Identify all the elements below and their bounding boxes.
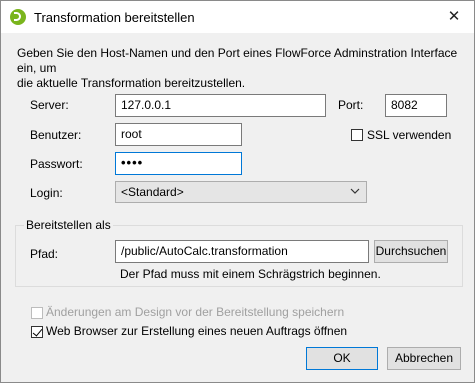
deploy-dialog: Transformation bereitstellen ✕ Geben Sie…: [0, 0, 475, 383]
path-input[interactable]: /public/AutoCalc.transformation: [115, 240, 369, 263]
chevron-down-icon: [350, 188, 360, 194]
title-bar: Transformation bereitstellen ✕: [1, 1, 474, 33]
intro-line-1: Geben Sie den Host-Namen und den Port ei…: [17, 46, 458, 75]
open-browser-label[interactable]: Web Browser zur Erstellung eines neuen A…: [46, 324, 347, 338]
user-label: Benutzer:: [30, 128, 82, 142]
intro-line-2: die aktuelle Transformation bereitzustel…: [17, 76, 246, 90]
port-label: Port:: [338, 98, 364, 112]
password-label: Passwort:: [30, 157, 83, 171]
user-input[interactable]: root: [115, 123, 242, 146]
save-changes-checkbox[interactable]: [31, 307, 43, 319]
save-changes-label[interactable]: Änderungen am Design vor der Bereitstell…: [46, 305, 344, 319]
ssl-label[interactable]: SSL verwenden: [367, 128, 451, 142]
deploy-group-label: Bereitstellen als: [24, 218, 113, 232]
password-input[interactable]: ••••: [115, 152, 242, 175]
close-icon[interactable]: ✕: [444, 7, 464, 27]
path-hint: Der Pfad muss mit einem Schrägstrich beg…: [120, 267, 381, 281]
cancel-button[interactable]: Abbrechen: [387, 347, 461, 370]
path-label: Pfad:: [30, 247, 59, 261]
ok-button[interactable]: OK: [306, 347, 378, 370]
ssl-checkbox[interactable]: [351, 129, 363, 141]
app-icon: [10, 9, 26, 25]
intro-text: Geben Sie den Host-Namen und den Port ei…: [17, 46, 462, 91]
login-select-value: <Standard>: [121, 185, 184, 199]
server-label: Server:: [30, 98, 69, 112]
open-browser-checkbox[interactable]: [31, 326, 43, 338]
login-select[interactable]: <Standard>: [115, 181, 367, 203]
dialog-title: Transformation bereitstellen: [34, 10, 195, 25]
login-label: Login:: [30, 186, 63, 200]
port-input[interactable]: 8082: [385, 94, 447, 117]
server-input[interactable]: 127.0.0.1: [115, 94, 326, 117]
browse-button[interactable]: Durchsuchen: [374, 240, 448, 263]
